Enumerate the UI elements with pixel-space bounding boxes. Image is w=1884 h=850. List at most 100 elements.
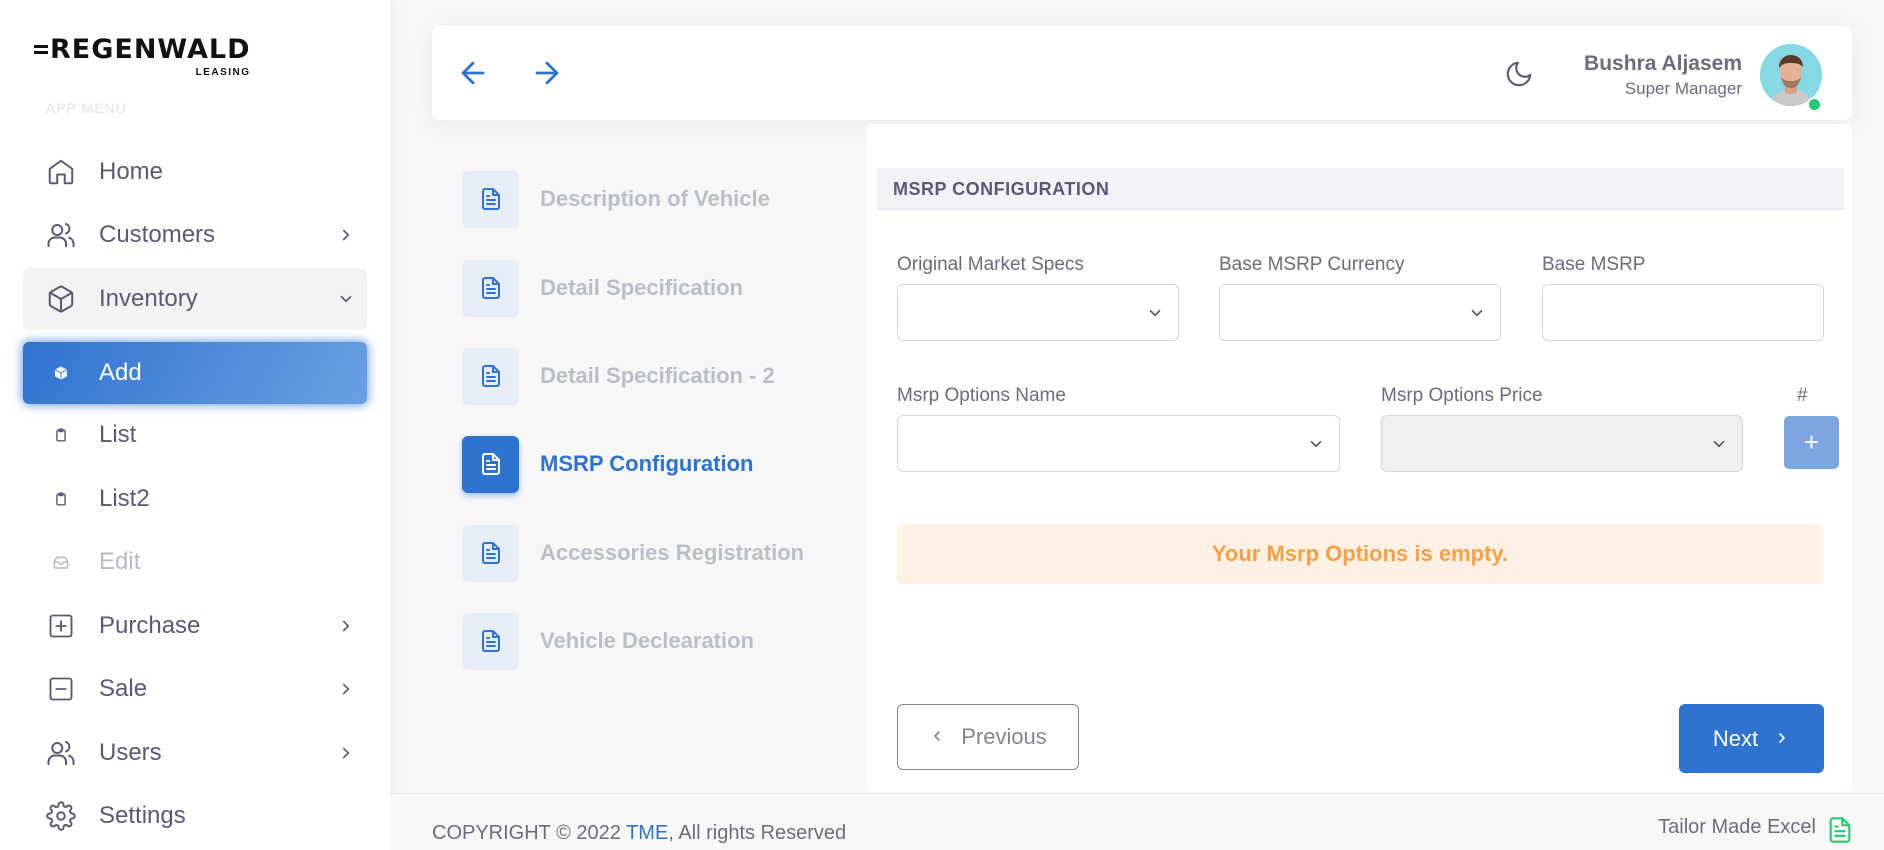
online-status-dot — [1807, 97, 1822, 112]
step-label: MSRP Configuration — [540, 451, 754, 476]
clipboard-icon — [43, 491, 79, 507]
chevron-right-icon — [337, 617, 355, 635]
step-vehicle-declearation[interactable]: Vehicle Declearation — [462, 612, 754, 670]
file-text-icon — [462, 347, 519, 405]
chevron-down-icon — [1307, 435, 1325, 453]
chevron-right-icon — [337, 680, 355, 698]
brand-logo[interactable]: REGENWALD LEASING — [34, 36, 251, 78]
step-label: Vehicle Declearation — [540, 628, 754, 653]
user-name[interactable]: Bushra Aljasem — [1584, 52, 1742, 76]
chevron-down-icon — [337, 290, 355, 308]
footer: COPYRIGHT © 2022 TME, All rights Reserve… — [390, 793, 1884, 850]
section-title: MSRP CONFIGURATION — [877, 168, 1844, 210]
sidebar-item-purchase[interactable]: Purchase — [23, 595, 367, 657]
chevron-down-icon — [1146, 304, 1164, 322]
step-label: Description of Vehicle — [540, 186, 770, 211]
copyright-prefix: COPYRIGHT © 2022 — [432, 822, 621, 844]
tme-link[interactable]: TME — [626, 822, 668, 844]
sidebar-item-label: Customers — [99, 221, 216, 248]
copyright-suffix: , All rights Reserved — [668, 822, 847, 844]
box-icon — [43, 284, 79, 314]
step-msrp-configuration[interactable]: MSRP Configuration — [462, 435, 753, 493]
chevron-left-icon — [929, 724, 945, 750]
home-icon — [43, 157, 79, 187]
step-detail-specification-2[interactable]: Detail Specification - 2 — [462, 347, 775, 405]
base-msrp-label: Base MSRP — [1542, 254, 1646, 275]
sidebar-item-label: Edit — [99, 548, 141, 575]
clipboard-icon — [43, 427, 79, 443]
step-label: Accessories Registration — [540, 540, 805, 565]
menu-section-label: APP MENU — [46, 100, 127, 116]
cube-icon — [43, 365, 79, 381]
step-detail-specification[interactable]: Detail Specification — [462, 259, 743, 317]
arrow-right-icon[interactable] — [530, 56, 564, 95]
arrow-left-icon[interactable] — [456, 56, 490, 95]
users-icon — [43, 738, 79, 768]
sidebar-item-users[interactable]: Users — [23, 722, 367, 784]
empty-options-message: Your Msrp Options is empty. — [1211, 541, 1509, 566]
sidebar-item-home[interactable]: Home — [23, 141, 367, 203]
brand-name: REGENWALD — [34, 36, 251, 63]
file-text-icon — [462, 170, 519, 228]
msrp-options-name-select[interactable] — [897, 415, 1340, 472]
file-text-icon — [462, 524, 519, 582]
next-button[interactable]: Next — [1679, 704, 1824, 773]
user-role: Super Manager — [1624, 79, 1742, 98]
sidebar-item-label: Users — [99, 739, 162, 766]
chevron-down-icon — [1710, 435, 1728, 453]
add-msrp-option-button[interactable]: + — [1784, 416, 1839, 469]
sidebar-item-label: Purchase — [99, 612, 201, 639]
sidebar-item-sale[interactable]: Sale — [23, 658, 367, 720]
sidebar-item-label: Settings — [99, 802, 186, 829]
plus-square-icon — [43, 612, 79, 640]
sidebar-item-label: List — [99, 421, 137, 448]
tailor-made-text: Tailor Made Excel — [1658, 816, 1816, 838]
msrp-options-price-label: Msrp Options Price — [1381, 385, 1543, 406]
previous-button[interactable]: Previous — [897, 704, 1079, 770]
chevron-right-icon — [337, 744, 355, 762]
previous-label: Previous — [961, 724, 1047, 749]
gear-icon — [43, 801, 79, 831]
sidebar-item-label: List2 — [99, 485, 150, 512]
file-spreadsheet-icon — [1826, 814, 1854, 850]
base-msrp-input[interactable] — [1542, 284, 1824, 341]
sidebar-item-add[interactable]: Add — [23, 342, 367, 404]
step-accessories-registration[interactable]: Accessories Registration — [462, 524, 804, 582]
sidebar: REGENWALD LEASING APP MENU Home Customer… — [0, 0, 390, 850]
sidebar-item-settings[interactable]: Settings — [23, 785, 367, 847]
original-market-specs-select[interactable] — [897, 284, 1179, 341]
next-label: Next — [1712, 725, 1759, 751]
sidebar-item-customers[interactable]: Customers — [23, 204, 367, 266]
sidebar-item-label: Sale — [99, 675, 148, 702]
sidebar-item-list2[interactable]: List2 — [23, 468, 367, 530]
msrp-configuration-card: MSRP CONFIGURATION Original Market Specs… — [867, 124, 1852, 792]
moon-icon[interactable] — [1504, 59, 1534, 94]
minus-square-icon — [43, 675, 79, 703]
copyright-text: COPYRIGHT © 2022 TME, All rights Reserve… — [432, 822, 846, 845]
sidebar-item-edit[interactable]: Edit — [23, 531, 367, 593]
inbox-icon — [43, 554, 79, 570]
step-description-of-vehicle[interactable]: Description of Vehicle — [462, 170, 770, 228]
base-msrp-currency-select[interactable] — [1219, 284, 1501, 341]
hash-label: # — [1797, 385, 1808, 406]
msrp-options-name-label: Msrp Options Name — [897, 385, 1066, 406]
msrp-options-price-select[interactable] — [1381, 415, 1743, 472]
file-text-icon — [462, 435, 519, 493]
step-label: Detail Specification - 2 — [540, 363, 775, 388]
chevron-right-icon — [337, 226, 355, 244]
sidebar-item-label: Inventory — [99, 285, 198, 312]
brand-subtitle: LEASING — [195, 67, 251, 78]
sidebar-item-label: Home — [99, 158, 164, 185]
sidebar-item-label: Add — [99, 359, 142, 386]
empty-options-alert: Your Msrp Options is empty. — [897, 524, 1823, 584]
sidebar-item-list[interactable]: List — [23, 404, 367, 466]
sidebar-item-inventory[interactable]: Inventory — [23, 268, 367, 330]
top-navbar: Bushra Aljasem Super Manager — [432, 26, 1852, 120]
file-text-icon — [462, 259, 519, 317]
chevron-right-icon — [1774, 726, 1790, 752]
chevron-down-icon — [1468, 304, 1486, 322]
file-text-icon — [462, 612, 519, 670]
base-msrp-currency-label: Base MSRP Currency — [1219, 254, 1405, 275]
users-icon — [43, 220, 79, 250]
step-label: Detail Specification — [540, 275, 743, 300]
